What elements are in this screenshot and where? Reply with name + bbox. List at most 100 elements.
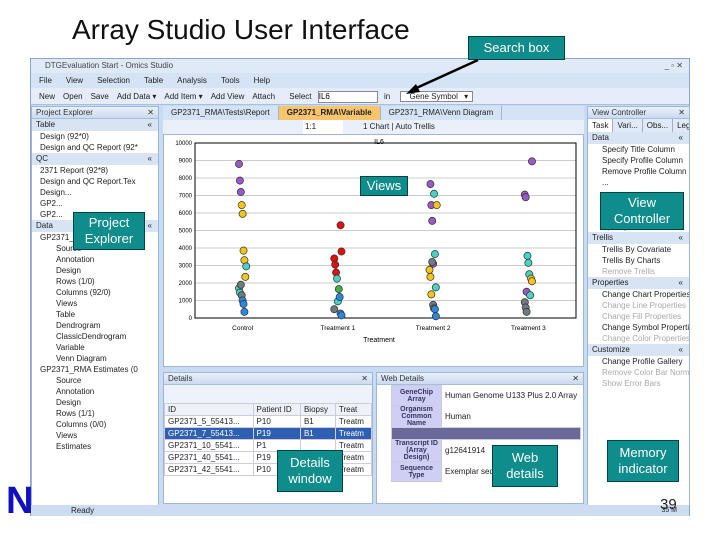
data-point[interactable] (241, 272, 250, 281)
tree-item[interactable]: Annotation (32, 386, 158, 397)
controller-tab[interactable]: Task (588, 119, 614, 132)
tree-item[interactable]: ClassicDendrogram (32, 331, 158, 342)
data-point[interactable] (236, 280, 245, 289)
controller-section[interactable]: Data « (588, 132, 689, 144)
data-point[interactable] (521, 193, 530, 202)
data-point[interactable] (331, 260, 340, 269)
controller-task[interactable]: Trellis By Covariate (588, 244, 689, 255)
controller-tab[interactable]: Vari... (613, 119, 643, 132)
data-point[interactable] (333, 274, 341, 283)
controller-task[interactable]: Remove Trellis (588, 266, 689, 277)
collapse-icon[interactable]: « (679, 232, 683, 244)
data-point[interactable] (425, 265, 434, 274)
collapse-icon[interactable]: « (148, 119, 152, 131)
data-point[interactable] (523, 251, 532, 260)
data-point[interactable] (334, 285, 343, 294)
toolbar-button[interactable]: Add Item ▾ (164, 92, 202, 101)
chart-button[interactable]: 1 Chart (363, 122, 389, 131)
data-point[interactable] (242, 262, 251, 271)
explorer-section[interactable]: QC « (32, 153, 158, 165)
data-point[interactable] (239, 246, 248, 255)
collapse-icon[interactable]: « (679, 344, 683, 356)
data-point[interactable] (237, 201, 246, 210)
collapse-icon[interactable]: « (679, 277, 683, 289)
data-point[interactable] (528, 277, 536, 286)
controller-task[interactable]: Trellis By Charts (588, 255, 689, 266)
close-icon[interactable]: ✕ (147, 107, 154, 118)
controller-task[interactable]: Change Color Properties (588, 333, 689, 344)
menu-selection[interactable]: Selection (97, 76, 130, 85)
data-point[interactable] (430, 250, 439, 259)
tree-item[interactable]: Columns (0/0) (32, 419, 158, 430)
table-row[interactable]: GP2371_7_55413... P19 B1 Treatm (164, 427, 372, 440)
toolbar-button[interactable]: Save (91, 92, 109, 101)
auto-trellis-button[interactable]: Auto Trellis (395, 122, 435, 131)
controller-tab[interactable]: Leg... (673, 119, 689, 132)
data-point[interactable] (426, 180, 435, 189)
tree-item[interactable]: Views (32, 430, 158, 441)
zoom-select[interactable]: 1:1 (303, 120, 343, 134)
tree-item[interactable]: Design (32, 397, 158, 408)
tree-item[interactable]: Design (32, 265, 158, 276)
tree-item[interactable]: Table (32, 309, 158, 320)
view-tab[interactable]: GP2371_RMA\Tests\Report (163, 106, 279, 120)
data-point[interactable] (336, 221, 345, 230)
controller-task[interactable]: Remove Profile Column (588, 166, 689, 177)
close-icon[interactable]: ✕ (678, 107, 685, 118)
search-input[interactable] (317, 90, 378, 103)
table-row[interactable]: GP2371_5_55413... P10 B1 Treatm (164, 415, 372, 428)
controller-task[interactable]: Change Profile Gallery (588, 356, 689, 367)
tree-item[interactable]: Variable (32, 342, 158, 353)
controller-section[interactable]: Properties « (588, 277, 689, 289)
controller-task[interactable]: Remove Color Bar Normali (588, 367, 689, 378)
data-point[interactable] (330, 305, 339, 314)
tree-item[interactable]: Estimates (32, 441, 158, 452)
data-point[interactable] (239, 300, 248, 308)
tree-item[interactable]: Design (92*0) (32, 131, 158, 142)
controller-task[interactable]: Show Error Bars (588, 378, 689, 389)
tree-item[interactable]: Annotation (32, 254, 158, 265)
data-point[interactable] (428, 258, 437, 266)
data-point[interactable] (337, 311, 346, 320)
toolbar-button[interactable]: Add Data ▾ (117, 92, 157, 101)
tree-item[interactable]: 2371 Report (92*8) (32, 165, 158, 176)
explorer-section[interactable]: Table « (32, 119, 158, 131)
data-point[interactable] (526, 291, 535, 300)
tree-item[interactable]: Venn Diagram (32, 353, 158, 364)
view-tab[interactable]: GP2371_RMA\Venn Diagram (381, 106, 503, 120)
tree-item[interactable]: Dendrogram (32, 320, 158, 331)
close-icon[interactable]: ✕ (361, 373, 368, 384)
scatter-chart[interactable]: IL60100020003000400050006000700080009000… (164, 135, 583, 366)
menu-view[interactable]: View (66, 76, 83, 85)
tree-item[interactable]: Columns (92/0) (32, 287, 158, 298)
data-point[interactable] (240, 307, 249, 316)
tree-item[interactable]: Rows (1/0) (32, 276, 158, 287)
controller-task[interactable]: Change Line Properties (588, 300, 689, 311)
toolbar-button[interactable]: Add View (211, 92, 245, 101)
menu-tools[interactable]: Tools (221, 76, 240, 85)
tree-item[interactable]: Rows (1/1) (32, 408, 158, 419)
close-icon[interactable]: ✕ (572, 373, 579, 384)
menu-help[interactable]: Help (254, 76, 270, 85)
data-point[interactable] (238, 209, 247, 218)
data-point[interactable] (522, 307, 531, 316)
data-point[interactable] (235, 160, 243, 168)
collapse-icon[interactable]: « (148, 153, 152, 165)
tree-item[interactable]: Design and QC Report (92* (32, 142, 158, 153)
data-point[interactable] (335, 293, 344, 301)
tree-item[interactable]: Design... (32, 187, 158, 198)
data-point[interactable] (235, 176, 244, 185)
tree-item[interactable]: Views (32, 298, 158, 309)
collapse-icon[interactable]: « (148, 220, 152, 232)
tree-item[interactable]: Source (32, 375, 158, 386)
controller-tab[interactable]: Obs... (643, 119, 674, 132)
data-point[interactable] (528, 157, 536, 166)
data-point[interactable] (430, 189, 438, 198)
window-controls[interactable]: _ ▫ ✕ (665, 59, 683, 73)
data-point[interactable] (432, 201, 441, 210)
menu-file[interactable]: File (39, 76, 52, 85)
toolbar-button[interactable]: New (39, 92, 55, 101)
controller-task[interactable]: Change Chart Properties (588, 289, 689, 300)
menu-analysis[interactable]: Analysis (177, 76, 207, 85)
controller-task[interactable]: Change Symbol Properties (588, 322, 689, 333)
